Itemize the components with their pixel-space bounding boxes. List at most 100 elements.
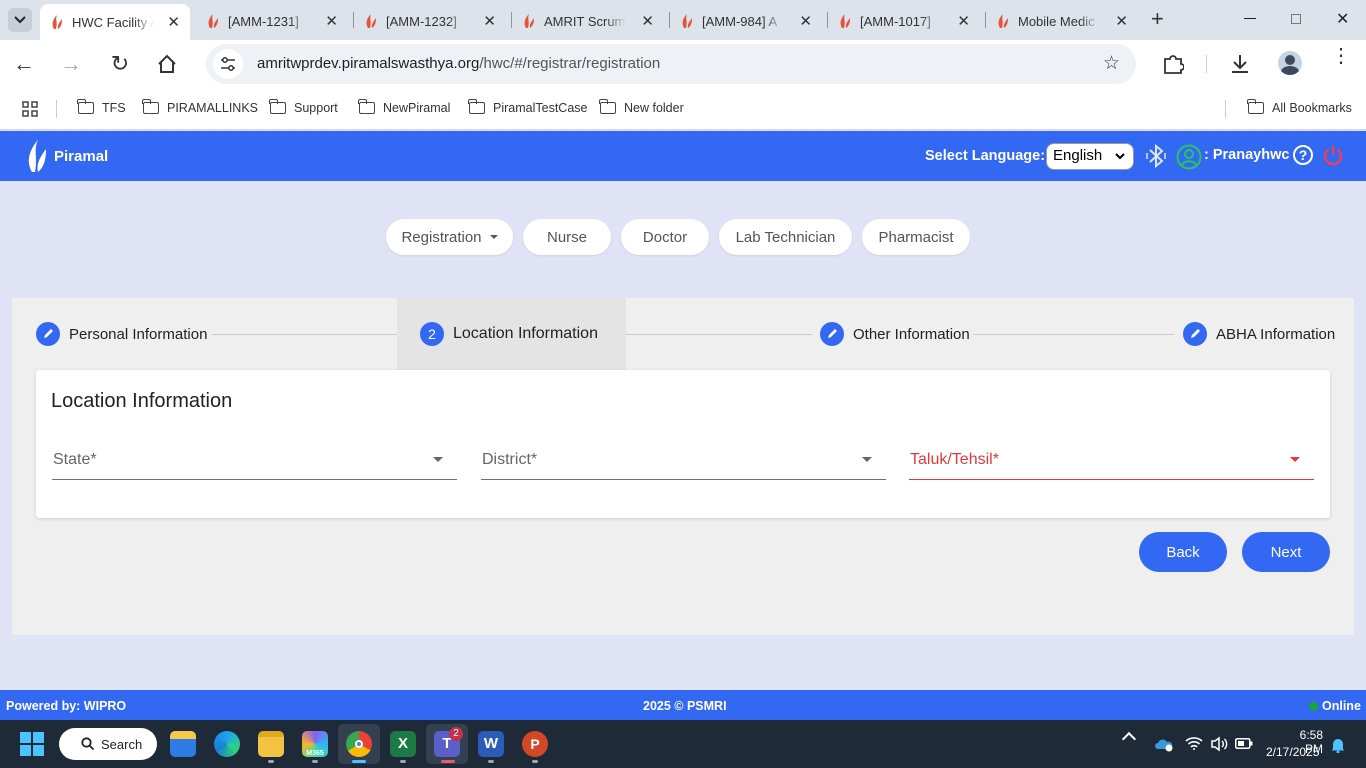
all-bookmarks[interactable]: All Bookmarks xyxy=(1247,99,1352,115)
browser-tab[interactable]: Mobile Medic ✕ xyxy=(986,6,1138,36)
search-icon xyxy=(81,737,95,751)
folder-icon xyxy=(468,99,485,114)
dropdown-arrow-icon xyxy=(1290,457,1300,462)
tab-title: [AMM-984] A xyxy=(702,13,778,29)
minimize-icon[interactable] xyxy=(1244,18,1256,19)
forward-arrow-icon[interactable]: → xyxy=(58,52,84,78)
taluk-tehsil-select[interactable]: Taluk/Tehsil* xyxy=(909,449,1314,480)
step-number-badge: 2 xyxy=(420,322,444,346)
edge-browser-icon[interactable] xyxy=(214,731,240,757)
battery-icon[interactable] xyxy=(1235,738,1253,749)
browser-tab[interactable]: [AMM-1017] ✕ xyxy=(828,6,980,36)
piramal-favicon-icon xyxy=(208,14,218,28)
bookmark-folder[interactable]: PIRAMALLINKS xyxy=(142,99,258,115)
back-button[interactable]: Back xyxy=(1139,532,1227,572)
browser-tab[interactable]: HWC Facility A ✕ xyxy=(40,4,190,40)
powerpoint-icon[interactable]: P xyxy=(522,731,548,757)
taskbar-search-box[interactable]: Search xyxy=(59,728,157,760)
close-icon[interactable]: ✕ xyxy=(483,12,496,30)
url-text[interactable]: amritwprdev.piramalswasthya.org/hwc/#/re… xyxy=(257,55,660,72)
step-abha-information[interactable]: ABHA Information xyxy=(1183,322,1335,346)
excel-icon[interactable]: X xyxy=(390,731,416,757)
step-location-information[interactable]: 2 Location Information xyxy=(420,322,598,346)
piramal-favicon-icon xyxy=(682,14,692,28)
close-icon[interactable]: ✕ xyxy=(325,12,338,30)
download-icon[interactable] xyxy=(1229,53,1251,75)
folder-icon xyxy=(599,99,616,114)
language-label: Select Language: xyxy=(925,148,1046,164)
role-tab-pharmacist[interactable]: Pharmacist xyxy=(862,219,970,255)
bookmark-folder[interactable]: PiramalTestCase xyxy=(468,99,587,115)
user-profile-icon[interactable] xyxy=(1176,144,1202,170)
role-tab-lab-technician[interactable]: Lab Technician xyxy=(719,219,852,255)
browser-tab[interactable]: [AMM-1232] ✕ xyxy=(354,6,506,36)
clock-date[interactable]: 2/17/2025 xyxy=(1266,745,1319,759)
close-icon[interactable]: ✕ xyxy=(957,12,970,30)
language-select[interactable]: English xyxy=(1046,143,1134,170)
edit-pencil-icon xyxy=(36,322,60,346)
close-icon[interactable]: ✕ xyxy=(799,12,812,30)
home-icon[interactable] xyxy=(157,54,177,74)
tab-search-button[interactable] xyxy=(8,8,32,32)
back-arrow-icon[interactable]: ← xyxy=(11,52,37,78)
edit-pencil-icon xyxy=(820,322,844,346)
browser-tab[interactable]: [AMM-984] A ✕ xyxy=(670,6,822,36)
help-icon[interactable]: ? xyxy=(1293,145,1313,165)
bookmark-folder[interactable]: Support xyxy=(269,99,338,115)
new-tab-plus-icon[interactable]: + xyxy=(1151,6,1164,32)
role-tab-nurse[interactable]: Nurse xyxy=(523,219,611,255)
bookmark-folder[interactable]: TFS xyxy=(77,99,126,115)
file-explorer-icon[interactable] xyxy=(258,731,284,757)
wifi-icon[interactable] xyxy=(1185,736,1203,750)
online-status: Online xyxy=(1309,699,1361,713)
site-settings-icon[interactable] xyxy=(213,49,243,79)
browser-menu-icon[interactable]: ⋮ xyxy=(1331,46,1351,66)
district-select[interactable]: District* xyxy=(481,449,886,480)
logged-in-user: : Pranayhwc xyxy=(1204,147,1290,163)
notification-bell-icon[interactable] xyxy=(1330,737,1346,753)
browser-tab[interactable]: [AMM-1231] ✕ xyxy=(196,6,348,36)
dropdown-arrow-icon xyxy=(862,457,872,462)
tab-title: AMRIT Scrum xyxy=(544,13,626,29)
state-select[interactable]: State* xyxy=(52,449,457,480)
step-other-information[interactable]: Other Information xyxy=(820,322,970,346)
tab-title: HWC Facility A xyxy=(72,14,154,30)
online-dot-icon xyxy=(1309,701,1318,711)
m365-copilot-icon[interactable]: M365 xyxy=(302,731,328,757)
close-icon[interactable]: ✕ xyxy=(167,13,180,31)
folder-icon xyxy=(358,99,375,114)
piramal-favicon-icon xyxy=(52,15,62,29)
powered-by-text: Powered by: WIPRO xyxy=(6,699,127,713)
edit-pencil-icon xyxy=(1183,322,1207,346)
chevron-down-icon xyxy=(14,16,26,24)
power-logout-icon[interactable] xyxy=(1322,144,1344,166)
onedrive-sync-icon[interactable] xyxy=(1154,736,1174,752)
piramal-flame-logo-icon xyxy=(28,140,46,172)
reload-icon[interactable]: ↻ xyxy=(107,52,133,78)
bookmark-folder[interactable]: NewPiramal xyxy=(358,99,450,115)
bookmark-star-icon[interactable]: ☆ xyxy=(1103,52,1120,75)
tab-title: [AMM-1232] xyxy=(386,13,457,29)
piramal-favicon-icon xyxy=(840,14,850,28)
close-icon[interactable]: ✕ xyxy=(1115,12,1128,30)
restore-icon[interactable] xyxy=(1291,14,1301,24)
next-button[interactable]: Next xyxy=(1242,532,1330,572)
caret-down-icon xyxy=(489,235,498,239)
dropdown-arrow-icon xyxy=(433,457,443,462)
window-close-icon[interactable]: ✕ xyxy=(1336,9,1349,29)
word-icon[interactable]: W xyxy=(478,731,504,757)
role-tab-registration[interactable]: Registration xyxy=(386,219,513,255)
volume-icon[interactable] xyxy=(1210,736,1228,752)
profile-avatar[interactable] xyxy=(1278,51,1302,75)
apps-grid-icon[interactable] xyxy=(22,101,38,117)
bluetooth-icon[interactable] xyxy=(1146,144,1166,168)
role-tab-doctor[interactable]: Doctor xyxy=(621,219,709,255)
bookmark-folder[interactable]: New folder xyxy=(599,99,684,115)
windows-start-icon[interactable] xyxy=(20,732,44,756)
extensions-puzzle-icon[interactable] xyxy=(1162,53,1184,75)
browser-tab[interactable]: AMRIT Scrum ✕ xyxy=(512,6,664,36)
step-personal-information[interactable]: Personal Information xyxy=(36,322,207,346)
tab-title: [AMM-1017] xyxy=(860,13,931,29)
close-icon[interactable]: ✕ xyxy=(641,12,654,30)
store-icon[interactable] xyxy=(170,731,196,757)
